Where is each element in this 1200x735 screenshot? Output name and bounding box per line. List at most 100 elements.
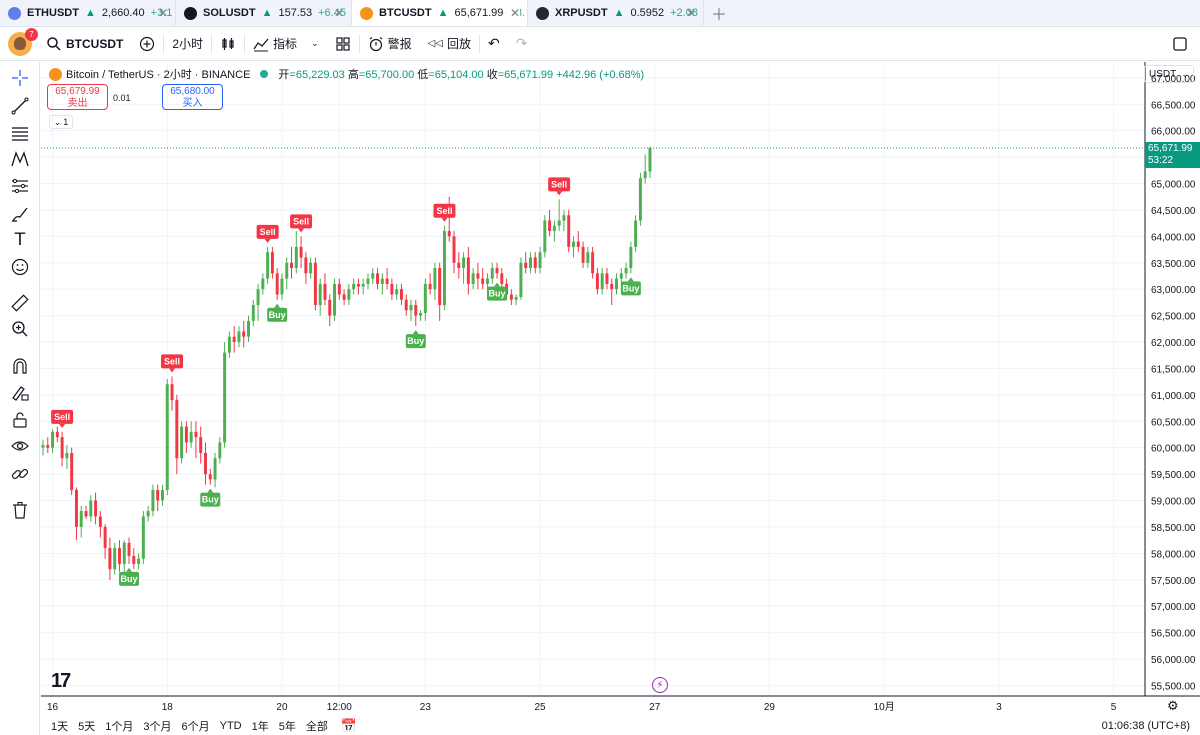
alert-button[interactable]: 警报 (360, 27, 420, 61)
signal-pointer (298, 228, 305, 233)
candle-body (137, 558, 141, 564)
candle-body (65, 452, 69, 459)
gear-icon[interactable]: ⚙ (1167, 698, 1179, 714)
candle-body (466, 257, 470, 284)
low-label: 低 (417, 69, 429, 81)
candle-body (591, 252, 595, 274)
lock-tool[interactable] (9, 409, 31, 431)
fib-tool[interactable] (9, 175, 31, 197)
tab-btcusdt[interactable]: BTCUSDT ▲ 65,671.99 +3. ✕ (352, 0, 528, 26)
change-value: +442.96 (+0.68%) (556, 69, 645, 81)
candle-body (242, 331, 246, 337)
date-range-calendar-icon[interactable]: 📅 (341, 718, 357, 734)
zoom-tool[interactable] (9, 318, 31, 340)
range-1y[interactable]: 1年 (247, 718, 274, 734)
candle-body (146, 511, 150, 517)
candle-body (538, 252, 542, 269)
pattern-tool[interactable] (9, 148, 31, 170)
range-6m[interactable]: 6个月 (177, 718, 215, 734)
tab-ethusdt[interactable]: ETHUSDT ▲ 2,660.40 +3.1 ✕ (0, 0, 176, 26)
candle-body (600, 273, 604, 290)
range-1m[interactable]: 1个月 (100, 718, 138, 734)
collapse-indicators-button[interactable]: ⌄ 1 (49, 115, 73, 129)
candle-body (433, 268, 437, 290)
link-tool[interactable] (9, 463, 31, 485)
close-icon[interactable]: ✕ (154, 6, 168, 20)
range-3m[interactable]: 3个月 (138, 718, 176, 734)
compare-symbol-button[interactable] (131, 27, 163, 61)
range-ytd[interactable]: YTD (215, 720, 247, 732)
indicators-button[interactable]: 指标 ⌄ (245, 27, 327, 61)
candlestick-chart[interactable]: 55,500.00 56,000.00 56,500.00 57,000.00 57,5… (41, 62, 1200, 735)
symbol-search-button[interactable]: BTCUSDT (38, 27, 131, 61)
chart-pane[interactable]: 55,500.00 56,000.00 56,500.00 57,000.00 57,5… (41, 62, 1200, 735)
horizontal-lines-tool[interactable] (9, 122, 31, 144)
xrp-coin-icon (536, 6, 549, 20)
signal-label: Sell (54, 412, 70, 422)
text-tool[interactable]: T (9, 229, 31, 251)
replay-button[interactable]: ◁◁ 回放 (420, 27, 479, 61)
range-5y[interactable]: 5年 (274, 718, 301, 734)
close-icon[interactable]: ✕ (505, 6, 520, 20)
chart-type-button[interactable] (212, 27, 244, 61)
ruler-tool[interactable] (9, 292, 31, 314)
candle-body (41, 445, 45, 448)
signal-label: Buy (489, 289, 506, 299)
price-tick-label: 56,500.00 (1151, 629, 1196, 640)
clock-timezone[interactable]: 01:06:38 (UTC+8) (1102, 720, 1190, 732)
undo-icon: ↶ (488, 35, 500, 51)
crosshair-tool[interactable] (9, 67, 31, 89)
delete-tool[interactable] (9, 499, 31, 521)
close-label: 收 (486, 69, 498, 81)
candle-body (333, 283, 337, 316)
currency-selector[interactable]: USDT ⌄ (1144, 65, 1194, 83)
buy-label: 买入 (182, 98, 203, 109)
price-tick-label: 59,500.00 (1151, 470, 1196, 481)
candle-body (452, 236, 456, 263)
range-all[interactable]: 全部 (301, 718, 333, 734)
layout-button[interactable] (327, 27, 359, 61)
hide-tool[interactable] (9, 435, 31, 457)
candle-body (615, 278, 618, 290)
spread-value: 0.01 (113, 93, 131, 103)
redo-button[interactable]: ↷ (508, 27, 536, 61)
tab-xrpusdt[interactable]: XRPUSDT ▲ 0.5952 +2.08 ✕ (528, 0, 704, 26)
tab-solusdt[interactable]: SOLUSDT ▲ 157.53 +6.45 ✕ (176, 0, 352, 26)
time-tick-label: 18 (162, 702, 174, 713)
candle-body (414, 305, 418, 316)
chevron-down-icon: ⌄ (311, 38, 319, 48)
sell-button[interactable]: 65,679.99 卖出 (47, 84, 108, 110)
price-tick-label: 62,000.00 (1151, 338, 1196, 349)
range-1d[interactable]: 1天 (41, 718, 73, 734)
candle-body (629, 246, 633, 269)
open-label: 开 (278, 69, 290, 81)
buy-button[interactable]: 65,680.00 买入 (162, 84, 223, 110)
trend-line-tool[interactable] (9, 95, 31, 117)
close-icon[interactable]: ✕ (682, 6, 696, 20)
magnet-tool[interactable] (9, 355, 31, 377)
tab-price: 0.5952 (630, 7, 665, 19)
candle-body (165, 384, 169, 490)
range-5d[interactable]: 5天 (73, 718, 100, 734)
emoji-tool[interactable] (9, 256, 31, 278)
brush-tool[interactable] (9, 203, 31, 225)
close-icon[interactable]: ✕ (330, 6, 344, 20)
candle-body (581, 246, 585, 263)
lightning-icon[interactable]: ⚡ (652, 677, 668, 693)
signal-label: Buy (407, 336, 424, 346)
candle-body (519, 262, 523, 298)
price-tick-label: 57,500.00 (1151, 576, 1196, 587)
sell-label: 卖出 (67, 98, 88, 109)
avatar[interactable]: 7 (8, 27, 38, 56)
candle-body (423, 283, 427, 313)
candle-body (84, 511, 88, 517)
fullscreen-button[interactable] (1164, 27, 1196, 61)
add-tab-button[interactable]: ＋ (704, 0, 734, 26)
candle-body (180, 426, 184, 459)
price-tick-label: 64,500.00 (1151, 206, 1196, 217)
stay-drawing-tool[interactable] (9, 382, 31, 404)
tradingview-logo[interactable]: 17 (51, 670, 71, 693)
undo-button[interactable]: ↶ (480, 27, 508, 61)
interval-button[interactable]: 2小时 (164, 27, 211, 61)
candle-body (395, 289, 399, 295)
